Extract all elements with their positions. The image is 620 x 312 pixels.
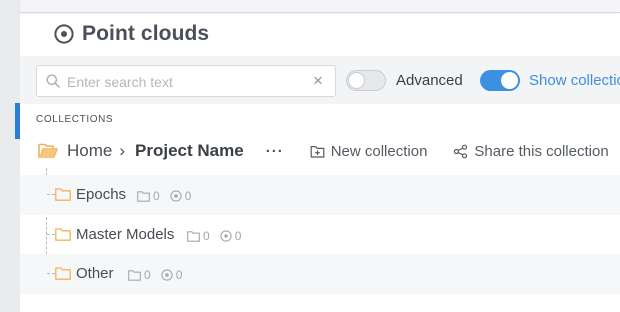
pointcloud-count-wrap: 0 — [161, 268, 183, 282]
folder-open-icon — [38, 143, 58, 158]
collection-counts: 0 0 — [187, 229, 241, 243]
folder-plus-icon — [310, 145, 325, 158]
breadcrumb-current: Project Name — [135, 141, 244, 160]
new-collection-button[interactable]: New collection — [310, 142, 428, 160]
collection-counts: 0 0 — [137, 189, 191, 203]
new-collection-label: New collection — [330, 142, 428, 160]
target-count-icon — [161, 269, 173, 281]
target-count-icon — [220, 230, 232, 242]
collection-row[interactable]: Other 0 0 — [20, 254, 620, 294]
subcollection-count: 0 — [144, 268, 151, 282]
clear-search-icon[interactable]: × — [309, 72, 327, 90]
collection-row[interactable]: Master Models 0 0 — [20, 215, 620, 255]
section-label: COLLECTIONS — [36, 114, 114, 125]
more-options-button[interactable]: ··· — [266, 143, 284, 160]
search-box[interactable]: × — [36, 65, 336, 97]
collections-panel: COLLECTIONS Home › Project Name ··· New … — [20, 104, 620, 312]
show-collections-toggle[interactable] — [480, 70, 520, 91]
search-input[interactable] — [67, 72, 307, 92]
breadcrumb-home[interactable]: Home — [67, 141, 112, 161]
collection-counts: 0 0 — [128, 268, 182, 282]
pointcloud-count: 0 — [175, 268, 183, 282]
advanced-toggle[interactable] — [346, 70, 386, 91]
folder-count-icon — [128, 269, 141, 281]
show-collections-label[interactable]: Show collectio — [529, 72, 620, 89]
pointcloud-count-wrap: 0 — [220, 229, 242, 243]
tree-branch — [47, 194, 55, 195]
collection-name[interactable]: Master Models — [76, 226, 174, 243]
subcollection-count: 0 — [153, 189, 160, 203]
folder-count-icon — [187, 230, 200, 242]
toolbar: × Advanced Show collectio — [20, 56, 620, 104]
tree-branch — [47, 234, 55, 235]
share-collection-button[interactable]: Share this collection — [453, 142, 609, 160]
left-rail — [0, 0, 20, 312]
search-icon — [46, 74, 60, 88]
breadcrumb: Home › Project Name ··· New collection S… — [38, 140, 609, 162]
tree-branch — [47, 273, 55, 274]
pointcloud-count-wrap: 0 — [170, 189, 192, 203]
toggle-knob — [348, 72, 365, 89]
collection-row[interactable]: Epochs 0 0 — [20, 175, 620, 215]
collection-name[interactable]: Other — [76, 265, 114, 282]
folder-icon — [55, 188, 71, 201]
chevron-right-icon: › — [119, 141, 126, 160]
folder-icon — [55, 267, 71, 280]
top-bar — [20, 0, 620, 13]
page-header: Point clouds — [20, 14, 620, 56]
advanced-label[interactable]: Advanced — [396, 72, 463, 89]
pointcloud-count: 0 — [234, 229, 242, 243]
folder-icon — [55, 228, 71, 241]
share-collection-label: Share this collection — [474, 142, 609, 160]
pointcloud-count: 0 — [184, 189, 192, 203]
target-icon — [54, 24, 74, 44]
collection-name[interactable]: Epochs — [76, 186, 126, 203]
target-count-icon — [170, 190, 182, 202]
toggle-knob — [501, 72, 518, 89]
share-icon — [454, 144, 468, 158]
folder-count-icon — [137, 190, 150, 202]
subcollection-count: 0 — [203, 229, 210, 243]
page-title: Point clouds — [82, 22, 210, 45]
title-wrap: Point clouds — [54, 22, 209, 46]
